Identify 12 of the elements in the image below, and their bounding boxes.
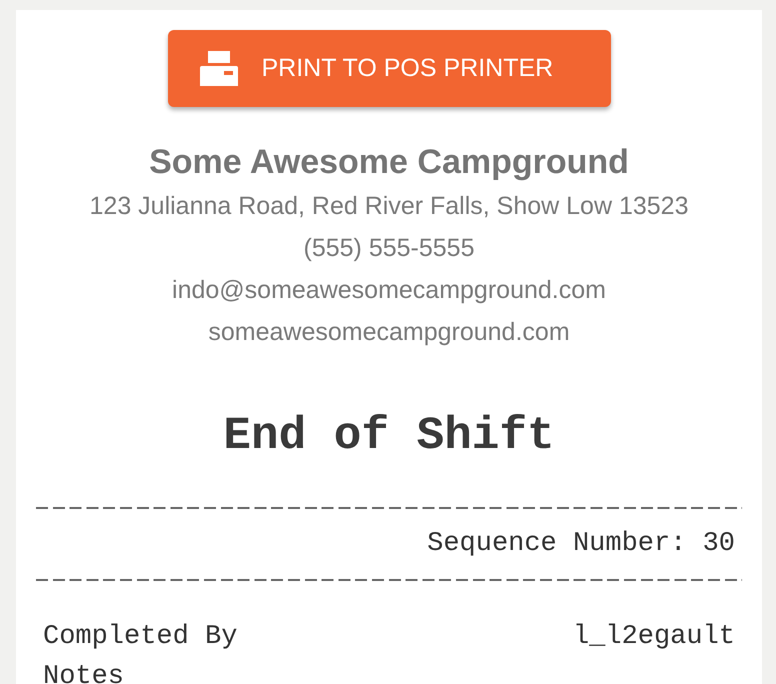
- print-button[interactable]: PRINT TO POS PRINTER: [168, 30, 610, 107]
- field-label: Completed By: [43, 621, 238, 654]
- sequence-number: Sequence Number: 30: [427, 528, 735, 561]
- receipt-title: End of Shift: [223, 409, 555, 464]
- business-email: indo@someawesomecampground.com: [172, 275, 606, 306]
- business-address: 123 Julianna Road, Red River Falls, Show Low 13523: [90, 191, 688, 222]
- business-website: someawesomecampground.com: [208, 317, 570, 348]
- business-phone: (555) 555-5555: [304, 233, 474, 264]
- field-label: Notes: [43, 661, 124, 684]
- business-name: Some Awesome Campground: [149, 142, 629, 183]
- printer-icon: [200, 51, 238, 86]
- field-value: l_l2egault: [572, 621, 735, 654]
